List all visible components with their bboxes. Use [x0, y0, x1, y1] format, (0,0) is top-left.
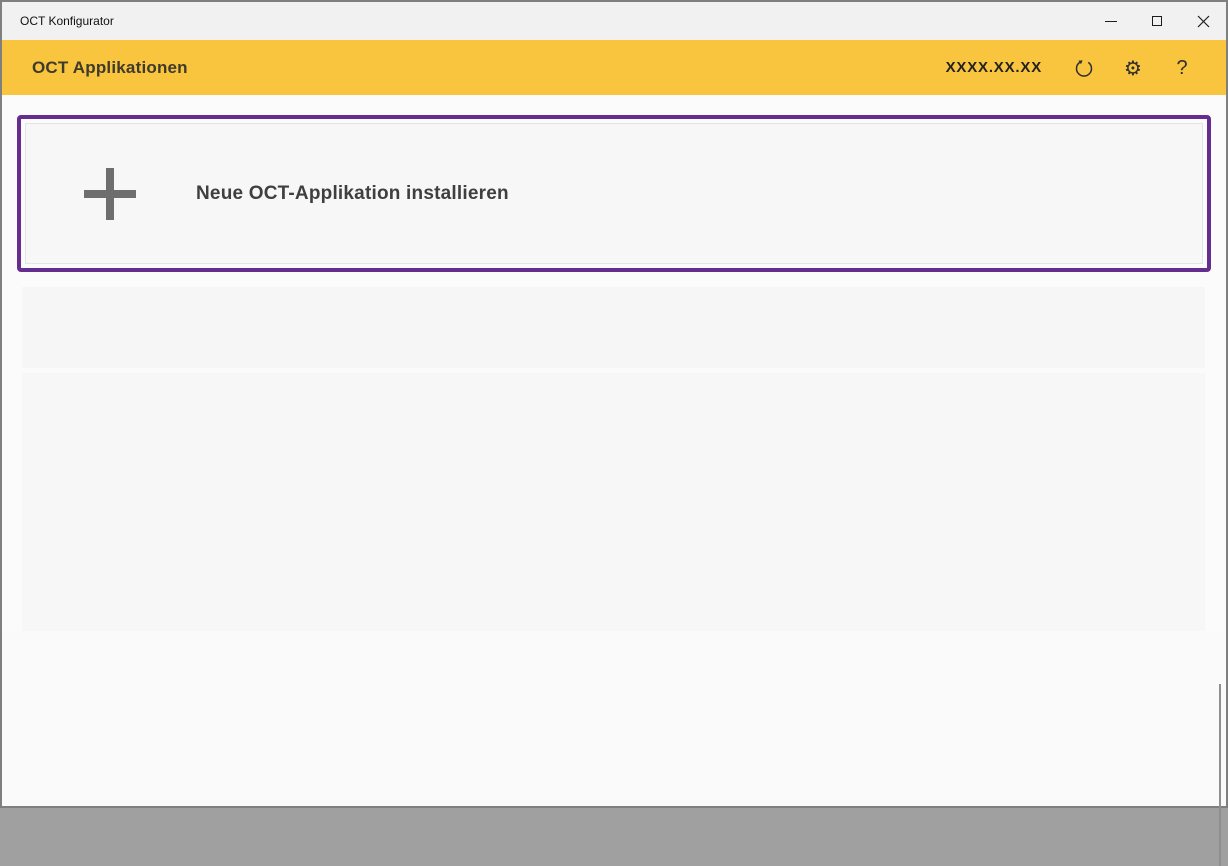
- empty-area: [2, 633, 1226, 806]
- minimize-button[interactable]: [1088, 2, 1134, 40]
- close-button[interactable]: [1180, 2, 1226, 40]
- install-card-inner: Neue OCT-Applikation installieren: [25, 123, 1203, 264]
- question-mark-icon: ?: [1176, 58, 1187, 78]
- help-button[interactable]: ?: [1170, 56, 1194, 80]
- close-icon: [1197, 15, 1210, 28]
- app-header: OCT Applikationen XXXX.XX.XX ⚙ ?: [2, 40, 1226, 95]
- maximize-button[interactable]: [1134, 2, 1180, 40]
- version-label: XXXX.XX.XX: [946, 59, 1042, 76]
- refresh-icon: [1073, 57, 1095, 79]
- install-card-label: Neue OCT-Applikation installieren: [196, 183, 509, 205]
- plus-icon: [81, 165, 139, 223]
- install-new-application-button[interactable]: Neue OCT-Applikation installieren: [17, 115, 1211, 272]
- app-window: OCT Konfigurator OCT Applikationen XXXX.…: [0, 0, 1228, 808]
- header-actions: XXXX.XX.XX ⚙ ?: [946, 56, 1226, 80]
- window-title: OCT Konfigurator: [2, 14, 114, 28]
- main-content: Neue OCT-Applikation installieren: [2, 95, 1226, 806]
- placeholder-block: [22, 287, 1205, 368]
- titlebar: OCT Konfigurator: [2, 2, 1226, 40]
- maximize-icon: [1152, 16, 1162, 26]
- refresh-button[interactable]: [1072, 56, 1096, 80]
- window-controls: [1088, 2, 1226, 40]
- vertical-scrollbar-thumb[interactable]: [1219, 684, 1221, 866]
- page-title: OCT Applikationen: [2, 58, 188, 78]
- minimize-icon: [1105, 21, 1117, 22]
- gear-icon: ⚙: [1124, 58, 1142, 78]
- placeholder-block: [22, 373, 1205, 631]
- settings-button[interactable]: ⚙: [1121, 56, 1145, 80]
